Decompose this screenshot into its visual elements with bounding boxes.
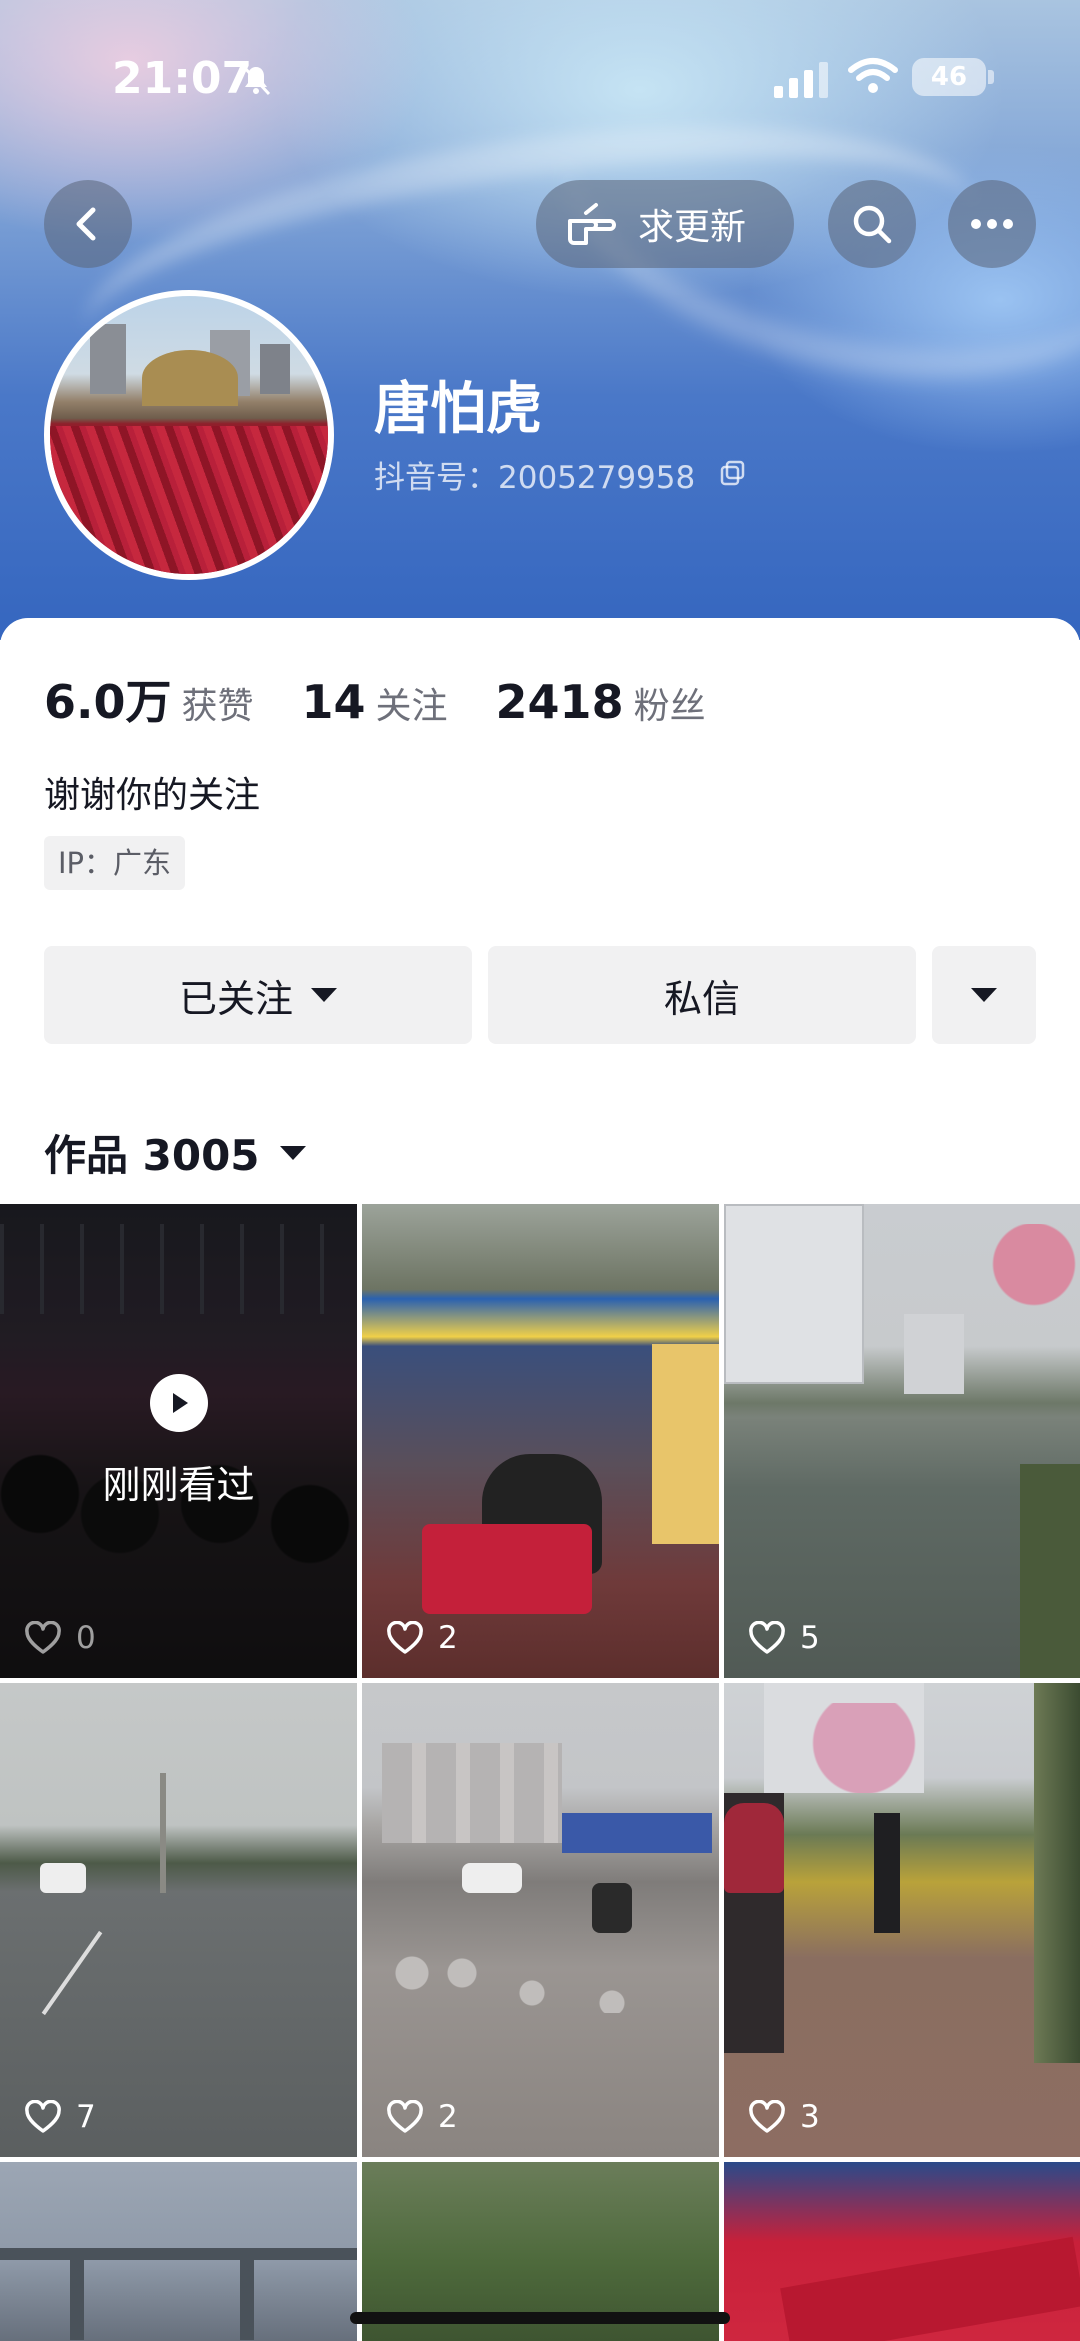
cellular-signal-icon <box>774 62 828 98</box>
works-tab[interactable]: 作品 3005 <box>44 1122 306 1183</box>
copy-icon[interactable] <box>720 460 746 486</box>
video-tile[interactable]: 2 <box>362 1683 719 2157</box>
message-label: 私信 <box>663 976 740 1021</box>
likes-count: 6.0万 <box>44 675 172 729</box>
play-icon <box>149 1373 208 1432</box>
battery-indicator: 46 <box>912 58 986 96</box>
home-indicator <box>350 2312 730 2324</box>
video-tile[interactable] <box>724 2162 1080 2341</box>
search-button[interactable] <box>828 180 916 268</box>
heart-icon <box>387 1621 423 1654</box>
caret-down-icon <box>311 988 337 1002</box>
profile-bio: 谢谢你的关注 <box>44 775 261 816</box>
back-button[interactable] <box>44 180 132 268</box>
recently-watched-label: 刚刚看过 <box>102 1462 255 1507</box>
profile-stats: 6.0万 获赞 14 关注 2418 粉丝 <box>44 666 754 732</box>
like-count: 0 <box>24 1620 96 1656</box>
request-update-button[interactable]: 求更新 <box>536 180 794 268</box>
like-count: 2 <box>386 1620 458 1656</box>
video-tile[interactable]: 5 <box>724 1204 1080 1678</box>
works-label: 作品 3005 <box>44 1131 260 1180</box>
followed-button[interactable]: 已关注 <box>44 946 472 1044</box>
heart-icon <box>749 2100 785 2133</box>
recently-watched-overlay: 刚刚看过 <box>0 1204 357 1678</box>
caret-down-icon <box>971 988 997 1002</box>
message-button[interactable]: 私信 <box>488 946 916 1044</box>
likes-label[interactable]: 获赞 <box>182 677 254 729</box>
profile-name: 唐怕虎 <box>374 377 542 442</box>
douyin-id: 抖音号：2005279958 <box>374 460 696 496</box>
video-tile[interactable]: 2 <box>362 1204 719 1678</box>
pointing-hand-icon <box>568 203 616 245</box>
more-options-button[interactable] <box>948 180 1036 268</box>
followers-count[interactable]: 2418 <box>496 675 624 729</box>
search-icon <box>853 205 892 244</box>
video-tile[interactable]: 3 <box>724 1683 1080 2157</box>
wifi-icon <box>848 58 898 93</box>
video-tile[interactable]: 刚刚看过 0 <box>0 1204 357 1678</box>
like-count: 3 <box>748 2099 820 2135</box>
heart-icon <box>25 2100 61 2133</box>
ip-location-badge: IP：广东 <box>44 836 186 890</box>
status-time: 21:07 <box>112 53 253 104</box>
heart-icon <box>387 2100 423 2133</box>
request-update-label: 求更新 <box>638 207 747 248</box>
like-count: 2 <box>386 2099 458 2135</box>
like-count: 5 <box>748 1620 820 1656</box>
heart-icon <box>25 1621 61 1654</box>
followed-label: 已关注 <box>178 976 293 1021</box>
heart-icon <box>749 1621 785 1654</box>
caret-down-icon <box>279 1145 306 1160</box>
video-tile[interactable] <box>0 2162 357 2341</box>
following-count[interactable]: 14 <box>302 675 366 729</box>
more-dots-icon <box>971 219 1013 229</box>
video-tile[interactable]: 7 <box>0 1683 357 2157</box>
mute-bell-icon <box>241 64 271 96</box>
chevron-left-icon <box>76 207 96 241</box>
profile-avatar[interactable] <box>44 290 334 580</box>
following-label[interactable]: 关注 <box>376 677 448 729</box>
like-count: 7 <box>24 2099 96 2135</box>
followers-label[interactable]: 粉丝 <box>634 677 706 729</box>
more-actions-dropdown[interactable] <box>932 946 1036 1044</box>
profile-header-background: 21:07 46 求更新 唐怕虎 抖音号：2005279958 <box>0 0 1080 640</box>
